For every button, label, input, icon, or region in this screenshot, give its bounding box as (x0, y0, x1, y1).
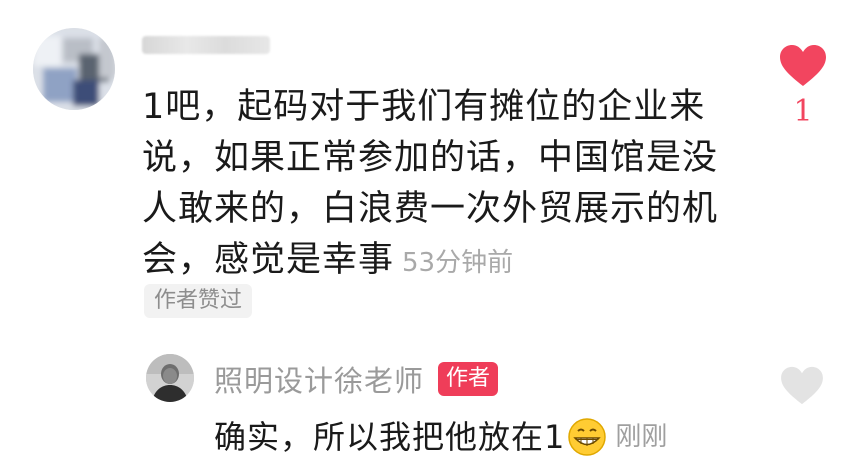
comment-like-button[interactable]: 1 (777, 44, 829, 129)
comment-text-block: 1吧，起码对于我们有摊位的企业来说，如果正常参加的话，中国馆是没人敢来的，白浪费… (142, 82, 752, 289)
reply-avatar[interactable] (146, 354, 194, 402)
commenter-avatar[interactable] (33, 28, 115, 110)
author-tag: 作者 (438, 362, 499, 396)
blurred-avatar-image (33, 28, 115, 110)
reply-timestamp: 刚刚 (615, 422, 668, 452)
reply-text: 确实，所以我把他放在1 (214, 418, 566, 456)
reply-header: 照明设计徐老师 作者 (214, 358, 499, 400)
comment-timestamp: 53分钟前 (402, 248, 514, 278)
reply-text-block: 确实，所以我把他放在1 刚刚 (214, 414, 667, 460)
reply-like-button[interactable] (780, 366, 824, 406)
heart-filled-icon (780, 45, 826, 86)
reply-avatar-image (146, 354, 194, 402)
reply-username[interactable]: 照明设计徐老师 (214, 358, 424, 400)
comment-thread: 1吧，起码对于我们有摊位的企业来说，如果正常参加的话，中国馆是没人敢来的，白浪费… (0, 0, 860, 471)
grinning-face-emoji-icon (567, 417, 607, 457)
commenter-username-blurred[interactable] (142, 36, 270, 54)
author-liked-badge: 作者赞过 (144, 284, 253, 318)
heart-outline-icon (781, 366, 823, 405)
like-count: 1 (793, 94, 813, 129)
